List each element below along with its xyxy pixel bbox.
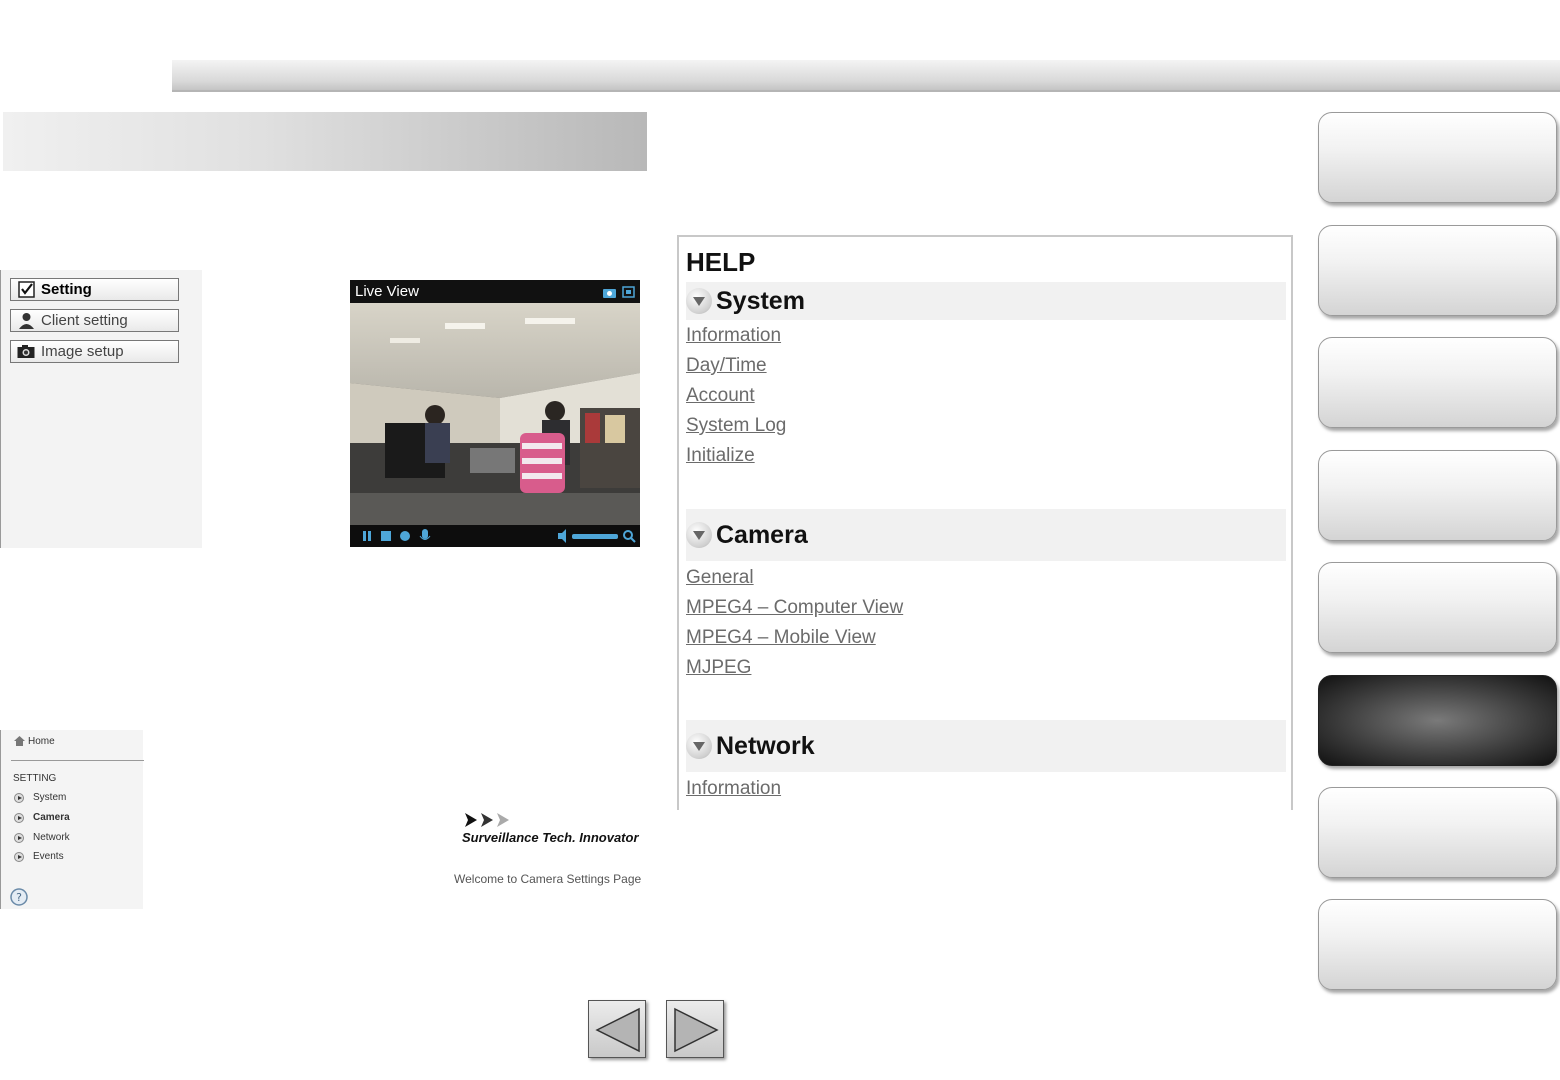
nav-item-label: System (33, 792, 67, 803)
arrow-bullet-icon (14, 832, 24, 843)
nav-item-label: Camera (33, 812, 70, 823)
nav-divider (11, 760, 144, 761)
brand-tagline: Surveillance Tech. Innovator (462, 830, 639, 845)
nav-home-label: Home (28, 736, 55, 747)
nav-item-system[interactable]: System (14, 792, 66, 803)
live-view-controls (350, 525, 640, 547)
live-view-title: Live View (355, 283, 419, 300)
live-video-feed (350, 303, 640, 525)
user-icon (17, 312, 35, 329)
microphone-icon[interactable] (419, 529, 431, 540)
checkbox-icon (17, 281, 35, 298)
nav-item-events[interactable]: Events (14, 851, 64, 862)
zoom-icon[interactable] (623, 530, 636, 543)
help-link[interactable]: MPEG4 – Computer View (686, 597, 903, 619)
pause-icon[interactable] (363, 531, 371, 541)
side-nav-button-4[interactable] (1318, 450, 1557, 541)
help-section-label: Camera (716, 520, 808, 549)
menu-setting-label: Setting (41, 281, 92, 298)
arrow-bullet-icon (14, 792, 24, 803)
nav-item-label: Network (33, 832, 70, 843)
nav-home-link[interactable]: Home (14, 736, 55, 747)
help-link[interactable]: Information (686, 325, 781, 347)
settings-menu-panel: Setting Client setting Image setup (0, 270, 202, 548)
previous-page-button[interactable] (588, 1000, 646, 1058)
collapse-arrow-icon (686, 288, 712, 314)
volume-slider[interactable] (572, 534, 618, 539)
section-title-bar (3, 112, 647, 171)
help-link[interactable]: MPEG4 – Mobile View (686, 627, 876, 649)
nav-section-text: SETTING (13, 773, 57, 784)
side-nav-button-7[interactable] (1318, 787, 1557, 878)
arrow-bullet-icon (14, 812, 24, 823)
settings-nav-panel: Home SETTING System Camera Network Event… (0, 730, 144, 911)
next-page-button[interactable] (666, 1000, 724, 1058)
side-nav-button-3[interactable] (1318, 337, 1557, 428)
snapshot-icon[interactable] (603, 285, 616, 302)
help-link[interactable]: Information (686, 778, 781, 800)
side-nav-button-8[interactable] (1318, 899, 1557, 990)
left-arrow-icon (595, 1007, 640, 1053)
collapse-arrow-icon (686, 522, 712, 548)
nav-item-camera[interactable]: Camera (14, 812, 70, 823)
menu-client-setting-label: Client setting (41, 312, 128, 329)
live-view-panel: Live View (350, 280, 640, 547)
help-title: HELP (686, 247, 756, 277)
nav-item-network[interactable]: Network (14, 832, 70, 843)
help-link[interactable]: MJPEG (686, 657, 751, 679)
menu-image-setup-button[interactable]: Image setup (10, 340, 179, 363)
record-icon[interactable] (400, 531, 410, 541)
welcome-text: Welcome to Camera Settings Page (454, 872, 642, 886)
menu-image-setup-label: Image setup (41, 343, 124, 360)
help-link[interactable]: General (686, 567, 754, 589)
arrow-bullet-icon (14, 851, 24, 862)
menu-client-setting-button[interactable]: Client setting (10, 309, 179, 332)
header-bar (172, 60, 1560, 92)
help-section-label: System (716, 286, 805, 315)
help-section-network[interactable]: Network (686, 720, 1286, 772)
help-section-camera[interactable]: Camera (686, 509, 1286, 561)
side-nav-button-1[interactable] (1318, 112, 1557, 203)
help-section-label: Network (716, 731, 815, 760)
help-panel: HELP System Information Day/Time Account… (677, 235, 1293, 810)
side-nav-button-6-active[interactable] (1318, 675, 1557, 766)
side-nav-button-5[interactable] (1318, 562, 1557, 653)
fullscreen-icon[interactable] (622, 285, 635, 302)
help-link[interactable]: Initialize (686, 445, 755, 467)
help-link[interactable]: Account (686, 385, 755, 407)
volume-icon[interactable] (558, 529, 566, 543)
menu-setting-button[interactable]: Setting (10, 278, 179, 301)
collapse-arrow-icon (686, 733, 712, 759)
help-section-system[interactable]: System (686, 282, 1286, 320)
side-nav-button-2[interactable] (1318, 225, 1557, 316)
nav-section-label: SETTING (13, 773, 56, 784)
nav-item-label: Events (33, 851, 64, 862)
live-view-header: Live View (350, 280, 640, 303)
home-icon (14, 736, 25, 747)
help-link[interactable]: Day/Time (686, 355, 767, 377)
right-arrow-icon (674, 1007, 719, 1053)
camera-icon (17, 343, 35, 360)
brand-logo-arrows (465, 812, 515, 828)
svg-text:?: ? (16, 891, 22, 904)
help-link[interactable]: System Log (686, 415, 786, 437)
help-icon[interactable]: ? (10, 888, 28, 911)
stop-icon[interactable] (381, 531, 391, 541)
